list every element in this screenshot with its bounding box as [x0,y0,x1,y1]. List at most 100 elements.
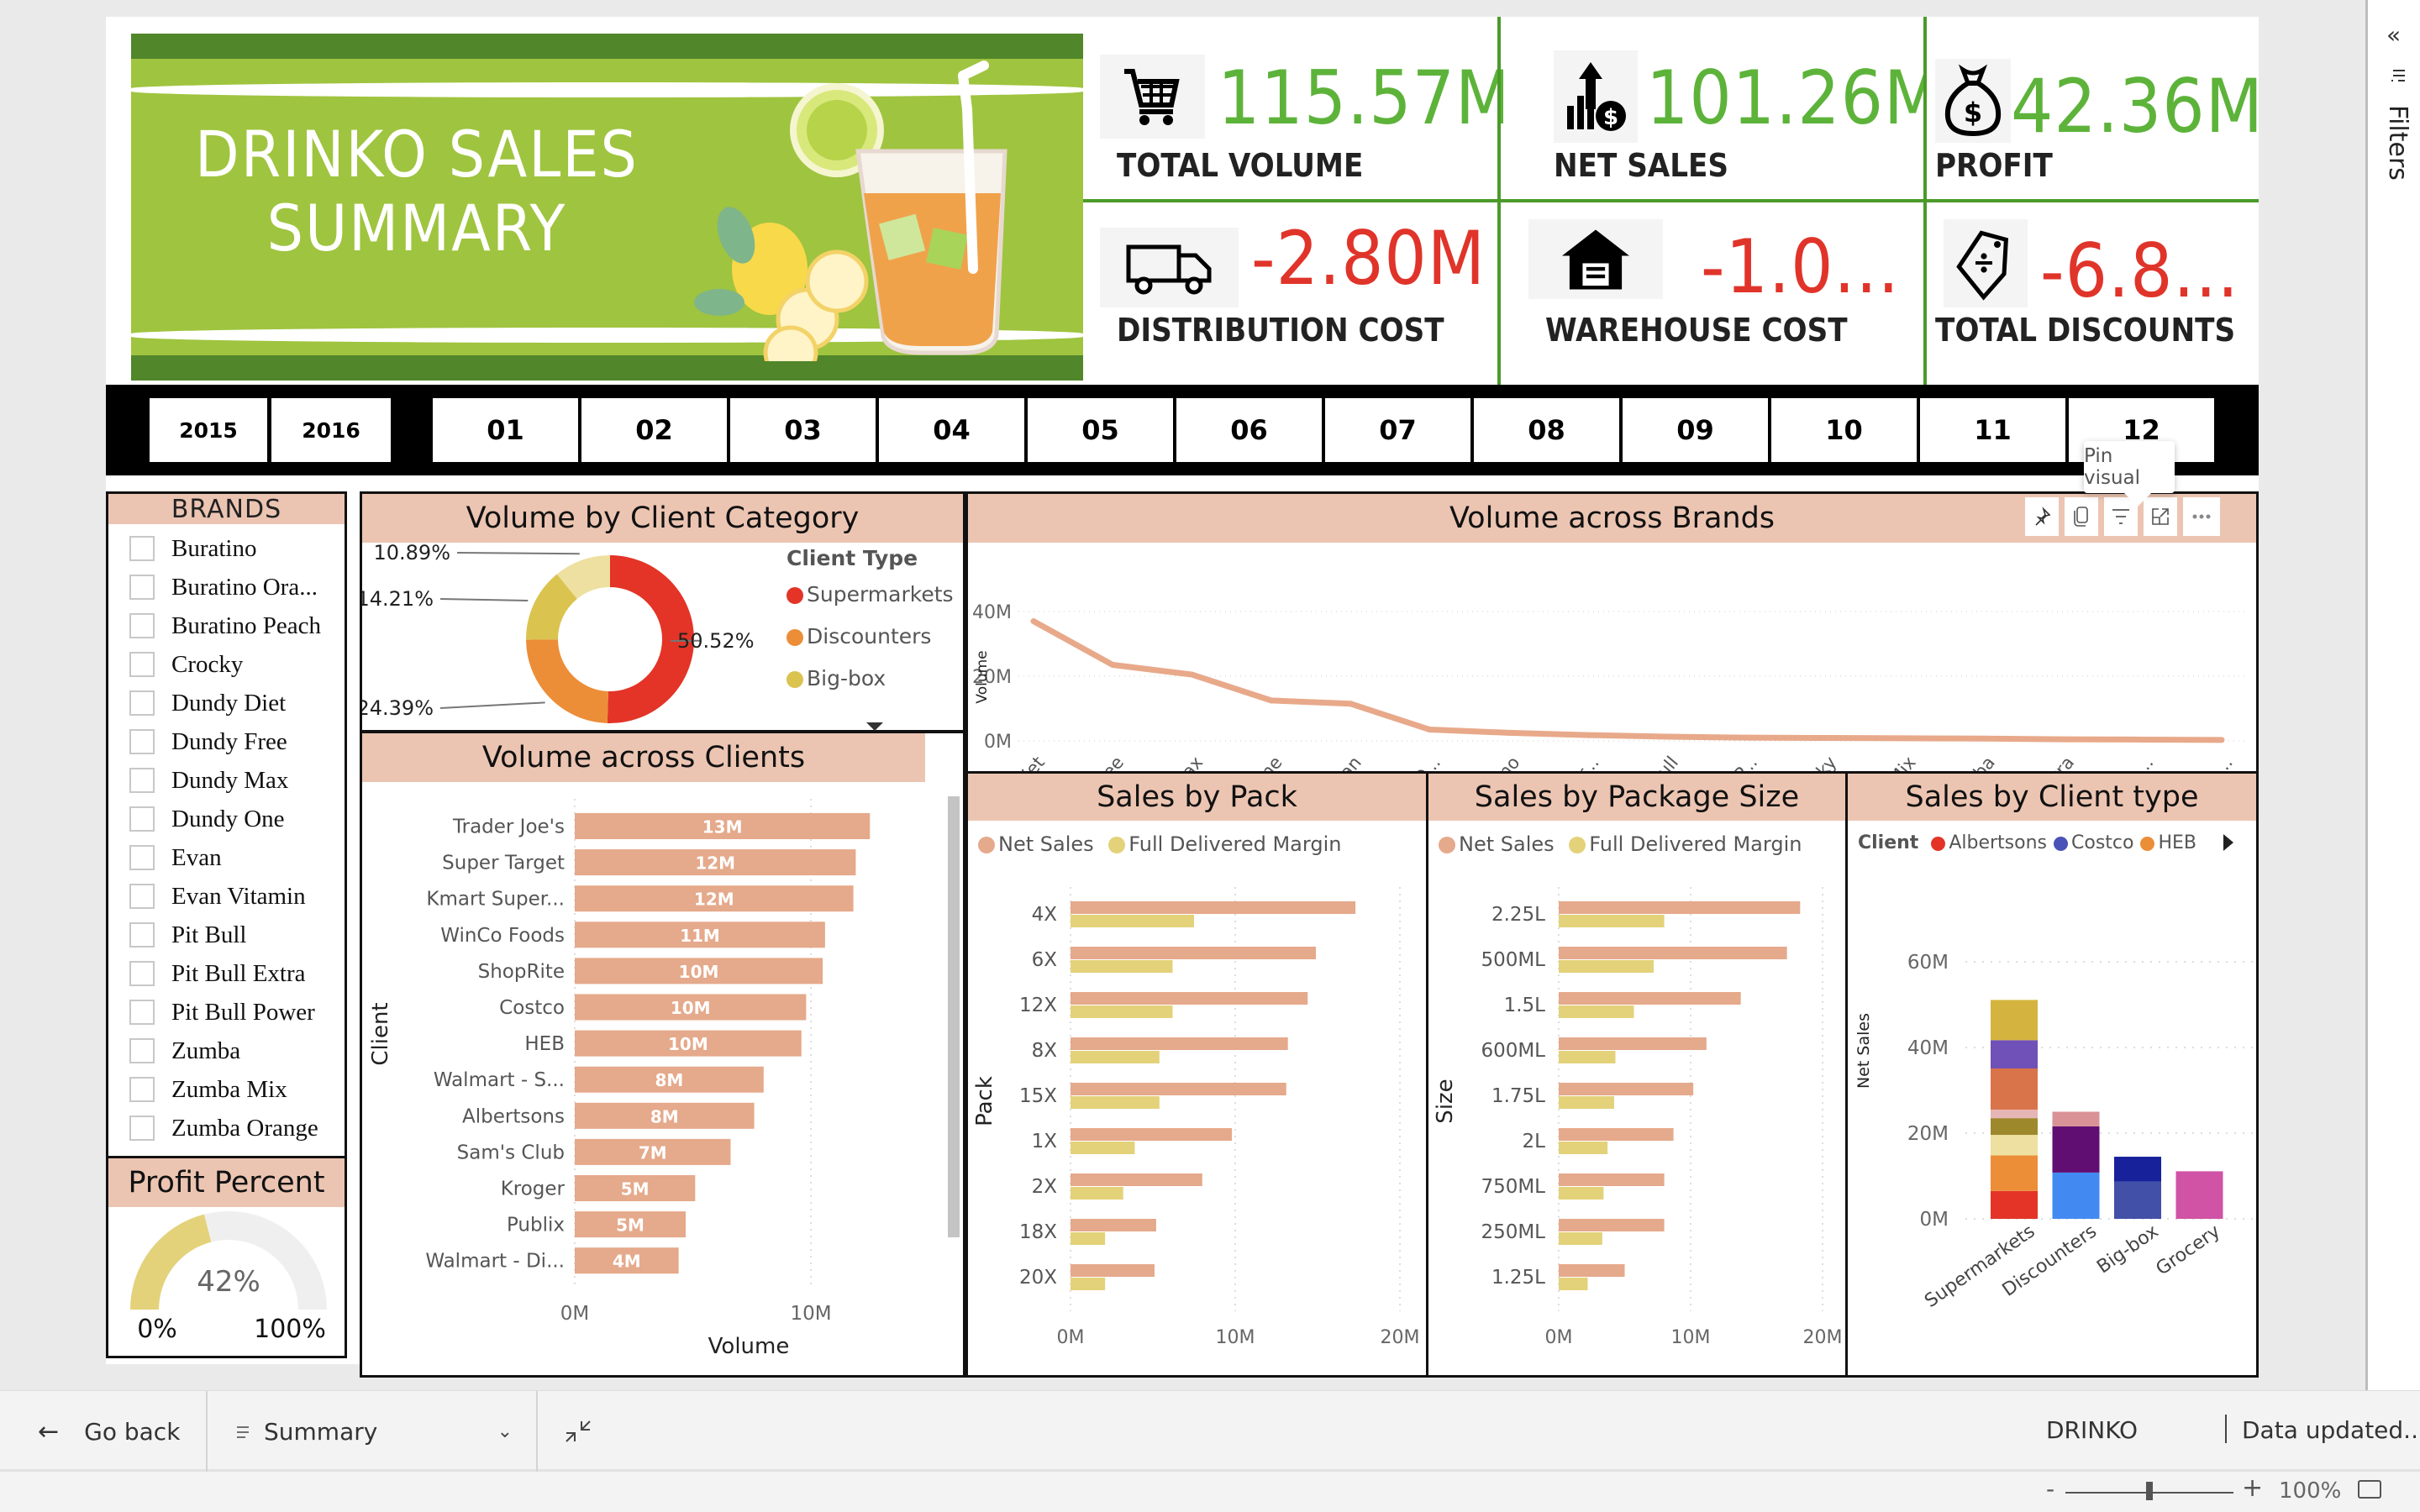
kpi-value: -1.0... [1701,223,1900,310]
brand-checkbox-item[interactable]: Evan [129,840,222,875]
legend-item[interactable]: HEB [2140,832,2196,853]
checkbox[interactable] [129,652,155,677]
checkbox[interactable] [129,575,155,600]
legend-item[interactable]: Costco [2054,832,2133,853]
month-button-01[interactable]: 01 [433,398,578,462]
brand-checkbox-item[interactable]: Pit Bull Power [129,995,315,1030]
filters-pane[interactable]: « Filters [2365,0,2420,1390]
brand-checkbox-item[interactable]: Dundy One [129,801,285,837]
clients-bar-svg: 0M 10M Trader Joe's 13M Super Target 12M Kmart… [368,799,871,1359]
checkbox[interactable] [129,961,155,986]
month-button-08[interactable]: 08 [1474,398,1619,462]
month-button-06[interactable]: 06 [1176,398,1322,462]
pin-icon[interactable] [2025,497,2059,536]
checkbox[interactable] [129,806,155,832]
checkbox[interactable] [129,690,155,716]
chart-title: Sales by Client type [1848,774,2256,821]
brand-checkbox-item[interactable]: Dundy Free [129,724,287,759]
x-tick-label: 0M [1057,1327,1085,1348]
legend-label: Full Delivered Margin [1128,832,1342,856]
checkbox[interactable] [129,768,155,793]
checkbox[interactable] [129,613,155,638]
brand-checkbox-item[interactable]: Pit Bull Extra [129,956,306,991]
brand-checkbox-item[interactable]: Buratino Peach [129,608,321,643]
brand-checkbox-item[interactable]: Zumba Orange [129,1110,318,1146]
legend-label: Net Sales [1459,832,1555,856]
checkbox[interactable] [129,1077,155,1102]
legend-item[interactable]: Big-box [786,666,886,690]
legend-item[interactable]: Supermarkets [786,582,954,606]
x-tick-label: Supermarkets [1921,1221,2039,1312]
brand-checkbox-item[interactable]: Pit Bull [129,917,246,953]
month-button-07[interactable]: 07 [1325,398,1470,462]
month-button-04[interactable]: 04 [879,398,1024,462]
checkbox[interactable] [129,729,155,754]
brand-checkbox-item[interactable]: Evan Vitamin [129,879,306,914]
stacked-segment [1991,1118,2038,1136]
x-tick-label: 10M [1216,1327,1255,1348]
more-options-icon[interactable] [2183,497,2220,536]
year-button-2016[interactable]: 2016 [271,398,391,462]
brand-label: Pit Bull [171,921,247,948]
kpi-net-sales: $ 101.26M NET SALES [1503,17,1941,199]
bar-net-sales [1559,947,1787,959]
brand-checkbox-item[interactable]: Dundy Max [129,763,288,798]
size-bar-svg: 0M 10M 20M 2.25L 500ML 1.5L 600ML 1.75L 2L 750ML 2… [1433,887,1842,1348]
legend-next-icon[interactable] [2223,834,2233,851]
y-tick-label: 600ML [1481,1040,1545,1062]
legend-label: Discounters [807,624,932,648]
profit-percent-gauge: Profit Percent 42% 0% 100% [106,1156,347,1358]
checkbox[interactable] [129,1000,155,1025]
brand-checkbox-item[interactable]: Buratino [129,531,257,566]
month-button-11[interactable]: 11 [1920,398,2065,462]
copy-icon[interactable] [2065,497,2098,536]
slice-data-label: 14.21% [362,587,434,611]
bar-full-delivered-margin [1559,1051,1616,1063]
y-tick-label: 1.5L [1504,995,1546,1016]
scrollbar[interactable] [948,796,960,1237]
page-selector-dropdown[interactable]: Summary ⌄ [235,1391,513,1473]
fit-to-page-icon[interactable] [2358,1480,2381,1499]
zoom-out-button[interactable]: - [2046,1475,2054,1503]
line-point [1506,729,1512,736]
checkbox[interactable] [129,845,155,870]
brand-checkbox-item[interactable]: Buratino Ora... [129,570,318,605]
filters-label: Filters [2383,105,2412,181]
checkbox[interactable] [129,536,155,561]
y-axis-title: Client [368,1002,393,1065]
exit-full-screen-icon[interactable] [563,1416,593,1450]
checkbox[interactable] [129,1116,155,1141]
legend-label: Big-box [807,666,886,690]
bar-data-label: 4M [613,1252,641,1272]
month-button-09[interactable]: 09 [1623,398,1768,462]
go-back-button[interactable]: ← Go back [38,1391,197,1473]
year-button-2015[interactable]: 2015 [150,398,267,462]
brand-checkbox-item[interactable]: Zumba Mix [129,1072,287,1107]
y-tick-label: 8X [1032,1040,1058,1062]
checkbox[interactable] [129,922,155,948]
zoom-slider-thumb[interactable] [2146,1482,2153,1500]
chart-title: Volume by Client Category [362,494,963,543]
chart-legend: Net Sales Full Delivered Margin [1439,832,1802,856]
checkbox[interactable] [129,884,155,909]
month-button-03[interactable]: 03 [730,398,876,462]
month-button-05[interactable]: 05 [1028,398,1173,462]
zoom-in-button[interactable]: + [2242,1473,2263,1503]
brand-checkbox-item[interactable]: Crocky [129,647,243,682]
volume-across-clients-chart: Volume across Clients 0M 10M Trader Joe's 1… [360,731,965,1378]
legend-item[interactable]: Albertsons [1931,832,2047,853]
legend-item[interactable]: Discounters [786,624,931,648]
x-tick-label: 10M [790,1303,831,1325]
bar-full-delivered-margin [1071,915,1194,927]
chart-legend: Client Albertsons Costco HEB [1858,832,2196,853]
data-updated-status[interactable]: Data updated... [2242,1416,2420,1444]
bar-full-delivered-margin [1559,1005,1634,1018]
month-button-02[interactable]: 02 [581,398,727,462]
brand-checkbox-item[interactable]: Dundy Diet [129,685,286,721]
brand-checkbox-item[interactable]: Zumba [129,1033,240,1068]
donut-slice-discounters [526,639,608,723]
checkbox[interactable] [129,1038,155,1063]
collapse-filters-icon[interactable]: « [2386,21,2401,49]
scroll-down-icon[interactable] [866,722,883,731]
month-button-10[interactable]: 10 [1771,398,1917,462]
